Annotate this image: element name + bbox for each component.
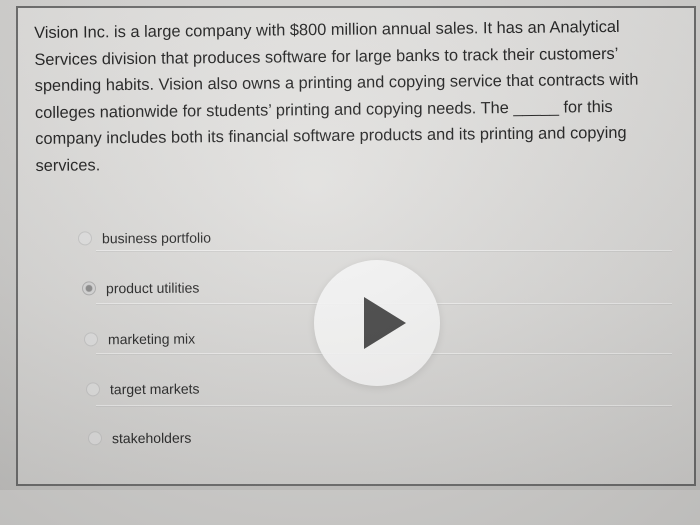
option-label: stakeholders — [111, 429, 192, 447]
option-target-markets[interactable]: target markets — [85, 376, 200, 403]
radio-button[interactable] — [85, 382, 101, 397]
radio-button[interactable] — [83, 332, 99, 347]
option-product-utilities[interactable]: product utilities — [81, 275, 200, 302]
radio-button[interactable] — [77, 231, 93, 246]
option-stakeholders[interactable]: stakeholders — [87, 425, 192, 452]
option-marketing-mix[interactable]: marketing mix — [83, 326, 196, 353]
option-label: product utilities — [105, 279, 200, 297]
option-label: marketing mix — [107, 330, 196, 348]
answer-options: business portfolio product utilities mar… — [0, 0, 700, 490]
page-bottom-strip — [0, 490, 700, 525]
option-divider — [96, 405, 672, 406]
play-icon — [364, 297, 406, 349]
radio-button-selected[interactable] — [81, 281, 97, 296]
radio-button[interactable] — [87, 431, 103, 446]
option-label: business portfolio — [101, 229, 212, 247]
video-play-button[interactable] — [314, 260, 440, 386]
option-label: target markets — [109, 380, 200, 398]
option-business-portfolio[interactable]: business portfolio — [77, 225, 212, 252]
